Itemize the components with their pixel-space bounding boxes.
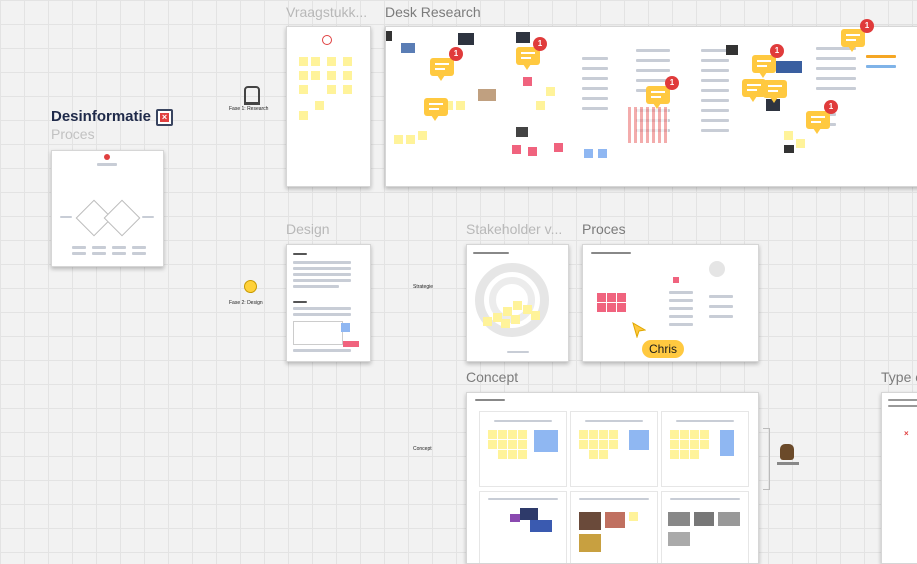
flow-diamond-right	[103, 199, 141, 237]
concept-card[interactable]	[661, 411, 749, 487]
section-strategie-label: Strategie	[413, 284, 434, 290]
type-frame[interactable]: ×	[881, 392, 917, 564]
proces-overview-frame[interactable]	[51, 150, 164, 267]
mascot-avatar[interactable]	[780, 444, 794, 460]
frame-title-vraagstuk[interactable]: Vraagstukk...	[286, 4, 367, 20]
comment-badge[interactable]: 1	[860, 19, 874, 33]
comment-badge[interactable]: 1	[449, 47, 463, 61]
comment-icon[interactable]	[752, 55, 776, 78]
frame-title-design[interactable]: Design	[286, 221, 330, 237]
collaborator-cursor-label: Chris	[642, 340, 685, 358]
design-frame[interactable]	[286, 244, 371, 362]
section-concept-label: Concept	[413, 446, 432, 452]
concept-card[interactable]	[479, 411, 567, 487]
close-marker-icon: ×	[904, 429, 909, 438]
design-diagram	[293, 321, 343, 345]
stakeholder-frame[interactable]	[466, 244, 569, 362]
vraagstuk-frame[interactable]	[286, 26, 371, 187]
board-title: Desinformatie	[51, 108, 152, 125]
frame-title-proces[interactable]: Proces	[582, 221, 626, 237]
group-bracket	[763, 428, 770, 490]
concept-card[interactable]	[570, 411, 658, 487]
phase-design-label: Fase 2: Design	[229, 300, 263, 306]
board-subtitle: Proces	[51, 126, 95, 142]
mascot-caption	[777, 462, 799, 465]
frame-title-concept[interactable]: Concept	[466, 369, 518, 385]
comment-badge[interactable]: 1	[824, 100, 838, 114]
people-infographic	[628, 107, 668, 143]
frame-title-stakeholder[interactable]: Stakeholder v...	[466, 221, 562, 237]
concept-card[interactable]	[570, 491, 658, 563]
comment-icon[interactable]	[646, 86, 670, 109]
comment-icon[interactable]	[841, 29, 865, 52]
concept-frame[interactable]	[466, 392, 759, 564]
vraagstuk-logo	[322, 35, 332, 45]
comment-icon[interactable]	[424, 98, 448, 121]
comment-icon[interactable]	[742, 79, 766, 102]
logo-mark	[104, 154, 110, 160]
comment-badge[interactable]: 1	[533, 37, 547, 51]
comment-icon[interactable]	[806, 111, 830, 134]
phase-research-label: Fase 1: Research	[229, 106, 269, 112]
frame-title-desk-research[interactable]: Desk Research	[385, 4, 481, 20]
lightbulb-icon	[244, 280, 257, 293]
close-board-icon[interactable]: ×	[156, 109, 173, 126]
research-phase-icon	[244, 86, 260, 105]
comment-badge[interactable]: 1	[770, 44, 784, 58]
comment-badge[interactable]: 1	[665, 76, 679, 90]
frame-title-type[interactable]: Type o	[881, 369, 917, 385]
comment-icon[interactable]	[430, 58, 454, 81]
comment-icon[interactable]	[763, 80, 787, 103]
cursor-arrow-icon	[632, 322, 646, 338]
concept-card[interactable]	[661, 491, 749, 563]
process-diagram-node	[709, 261, 725, 277]
concept-card[interactable]	[479, 491, 567, 563]
